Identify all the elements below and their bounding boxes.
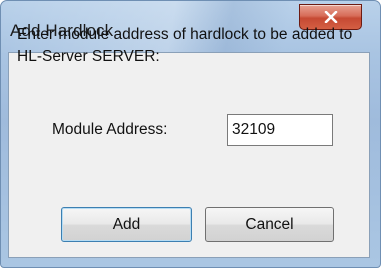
close-icon <box>324 11 338 23</box>
add-button[interactable]: Add <box>61 207 192 242</box>
module-address-input[interactable] <box>227 114 333 146</box>
cancel-button[interactable]: Cancel <box>205 207 334 242</box>
instruction-text: Enter module address of hardlock to be a… <box>17 26 353 65</box>
module-address-label: Module Address: <box>52 121 168 138</box>
